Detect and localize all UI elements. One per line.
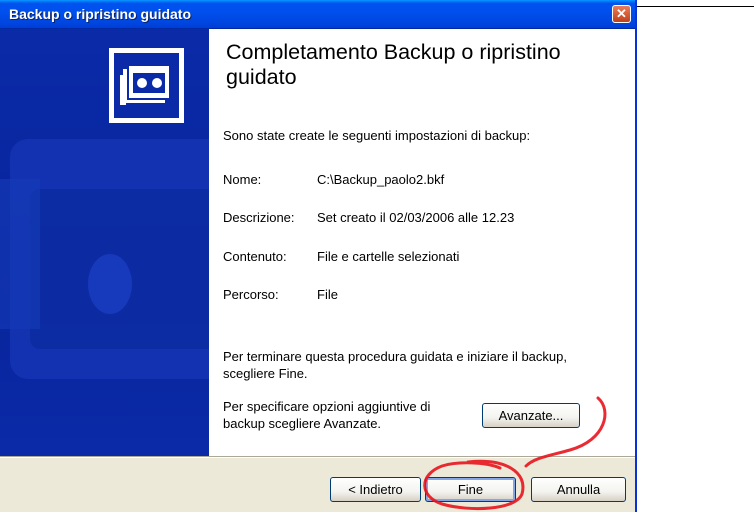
intro-text: Sono state create le seguenti impostazio…: [223, 128, 531, 143]
backup-watermark-icon: [0, 48, 209, 379]
window-title: Backup o ripristino guidato: [9, 6, 192, 22]
setting-label-description: Descrizione:: [223, 210, 295, 225]
advanced-note: Per specificare opzioni aggiuntive di ba…: [223, 399, 431, 431]
title-bar[interactable]: Backup o ripristino guidato ✕: [0, 0, 635, 29]
setting-label-content: Contenuto:: [223, 249, 287, 264]
footer-divider-highlight: [0, 457, 635, 458]
setting-label-name: Nome:: [223, 172, 262, 187]
close-icon[interactable]: ✕: [612, 5, 631, 23]
setting-value-content: File e cartelle selezionati: [317, 249, 460, 264]
backup-tape-icon: [109, 48, 184, 123]
setting-value-name: C:\Backup_paolo2.bkf: [317, 172, 445, 187]
finish-button[interactable]: Fine: [425, 477, 516, 502]
cancel-button[interactable]: Annulla: [531, 477, 626, 502]
setting-value-description: Set creato il 02/03/2006 alle 12.23: [317, 210, 515, 225]
wizard-window: Backup o ripristino guidato ✕ Completame…: [0, 0, 637, 512]
setting-label-path: Percorso:: [223, 287, 279, 302]
wizard-content: Completamento Backup o ripristino guidat…: [209, 29, 635, 456]
wizard-banner: [0, 29, 209, 456]
setting-value-path: File: [317, 287, 338, 302]
finish-note: Per terminare questa procedura guidata e…: [223, 349, 567, 381]
back-button[interactable]: < Indietro: [330, 477, 421, 502]
page-title: Completamento Backup o ripristino guidat…: [226, 40, 561, 89]
background-line: [634, 6, 754, 7]
advanced-button[interactable]: Avanzate...: [482, 403, 580, 428]
